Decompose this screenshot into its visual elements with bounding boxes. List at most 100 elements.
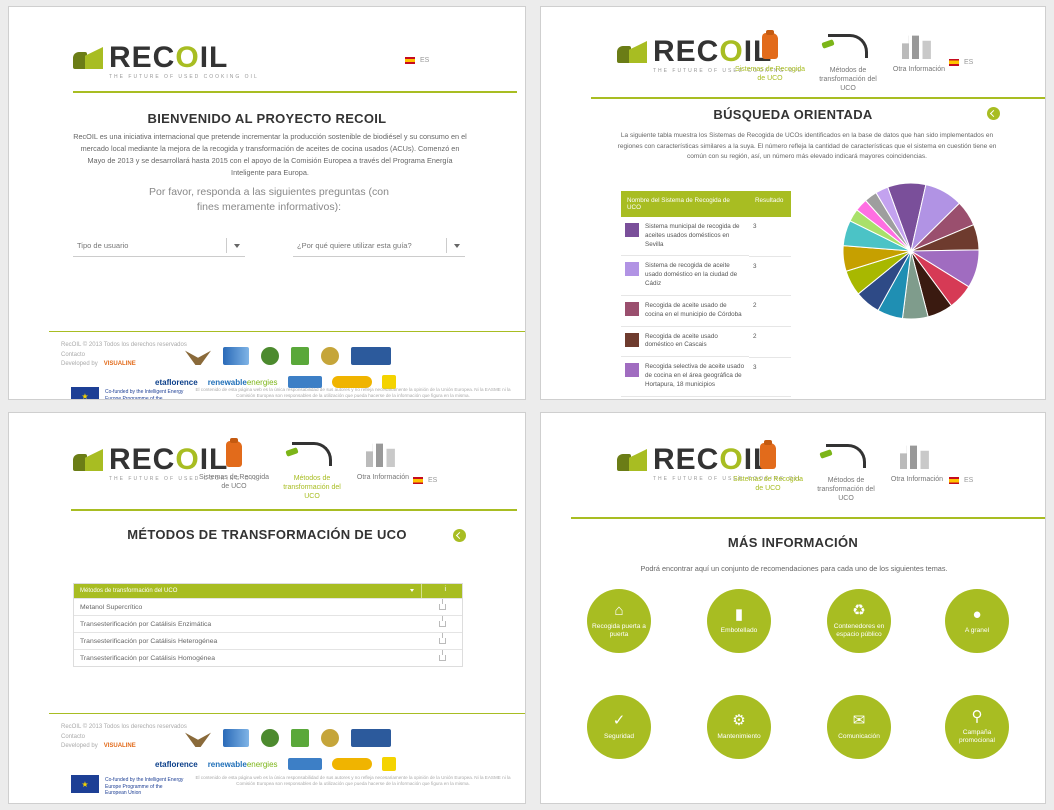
table-row[interactable]: Recogida de aceite usado de cocina en el… (621, 295, 791, 327)
result-score: 3 (749, 357, 791, 398)
column-header-result[interactable]: Resultado (749, 191, 791, 217)
diputacion-logo[interactable] (287, 758, 322, 770)
result-name[interactable]: Recogida de aceite usado de cocina en el… (645, 302, 745, 320)
city-icon (902, 35, 931, 59)
topic-button[interactable]: ⚲ Campaña promocional (945, 695, 1009, 759)
factor-social-logo[interactable] (331, 758, 372, 770)
purpose-select[interactable]: ¿Por qué quiere utilizar esta guía? (293, 235, 465, 257)
language-selector[interactable]: ES (949, 59, 973, 66)
method-label[interactable]: Transesterificación por Catálisis Homogé… (80, 655, 215, 662)
partner-square-logo[interactable] (291, 347, 309, 365)
renewable-energies-logo[interactable]: renewableenergies (208, 760, 278, 769)
partner-crest-logo[interactable] (321, 729, 339, 747)
result-name-cell: Recogida de aceite usado de cocina en el… (621, 296, 749, 327)
color-swatch (625, 332, 639, 347)
topic-button[interactable]: ▮ Embotellado (707, 589, 771, 653)
partner-logos (185, 347, 391, 365)
table-row[interactable]: Sistema municipal de recogida de aceites… (621, 217, 791, 257)
renewable-energies-logo[interactable]: renewableenergies (208, 378, 278, 387)
nav-item-metodos[interactable]: Métodos de transformación del UCO (275, 439, 349, 501)
fuel-pump-icon (292, 442, 332, 466)
partner-ministry-logo[interactable] (351, 347, 391, 365)
method-row[interactable]: Transesterificación por Catálisis Enzimá… (74, 615, 462, 632)
topic-icon: ✉ (852, 712, 866, 730)
partner-crest-logo[interactable] (321, 347, 339, 365)
topic-button[interactable]: ⚙ Mantenimiento (707, 695, 771, 759)
result-name[interactable]: Recogida selectiva de aceite usado de co… (645, 363, 745, 389)
contact-link[interactable]: Contacto (61, 351, 187, 361)
eta-florence-logo[interactable]: etaflorence (155, 378, 198, 387)
download-icon[interactable] (439, 599, 446, 610)
result-name[interactable]: Sistema de recogida de aceite usado domé… (645, 262, 745, 288)
developer-logo[interactable]: VISUALINE (104, 361, 136, 367)
nav-item-otra[interactable]: Otra Información (887, 441, 947, 503)
language-selector[interactable]: ES (413, 477, 437, 484)
partner-green-logo[interactable] (261, 729, 279, 747)
language-selector[interactable]: ES (405, 57, 429, 64)
result-name-cell: Recogida selectiva de aceite usado de co… (621, 357, 749, 397)
partner-eagle-logo[interactable] (185, 350, 211, 365)
table-row[interactable]: Sistema de recogida municipal de aceites… (621, 396, 791, 399)
partner-green-logo[interactable] (261, 347, 279, 365)
method-label[interactable]: Metanol Supercrítico (80, 604, 142, 611)
language-selector[interactable]: ES (949, 477, 973, 484)
nav-item-recogida[interactable]: Sistemas de Recogida de UCO (197, 438, 271, 501)
table-row[interactable]: Recogida de aceite usado doméstico en Ca… (621, 326, 791, 358)
contact-link[interactable]: Contacto (61, 733, 187, 743)
method-label[interactable]: Transesterificación por Catálisis Hetero… (80, 638, 217, 645)
result-name[interactable]: Recogida de aceite usado doméstico en Ca… (645, 333, 745, 351)
partner-square-logo[interactable] (291, 729, 309, 747)
partner-text-logos: etaflorence renewableenergies (155, 757, 396, 771)
color-swatch (625, 223, 639, 237)
nav-item-otra[interactable]: Otra Información (353, 439, 413, 501)
method-row[interactable]: Transesterificación por Catálisis Hetero… (74, 632, 462, 649)
method-row[interactable]: Metanol Supercrítico (74, 598, 462, 615)
partner-small-logo[interactable] (381, 757, 396, 771)
topic-button[interactable]: ⌂ Recogida puerta a puerta (587, 589, 651, 653)
topic-button[interactable]: ● A granel (945, 589, 1009, 653)
topic-button[interactable]: ✉ Comunicación (827, 695, 891, 759)
column-header-name[interactable]: Nombre del Sistema de Recogida de UCO (621, 191, 749, 217)
topic-label: A granel (964, 627, 990, 635)
partner-ministry-logo[interactable] (351, 729, 391, 747)
eta-florence-logo[interactable]: etaflorence (155, 760, 198, 769)
methods-table-header[interactable]: Métodos de transformación del UCO i (74, 584, 462, 598)
spain-flag-icon (949, 477, 959, 484)
chevron-down-icon (234, 244, 240, 248)
spain-flag-icon (405, 57, 415, 64)
user-type-select[interactable]: Tipo de usuario (73, 235, 245, 257)
back-button[interactable] (987, 107, 1000, 120)
page-title: BÚSQUEDA ORIENTADA (713, 107, 873, 122)
download-icon[interactable] (439, 616, 446, 627)
nav-item-otra[interactable]: Otra Información (889, 31, 949, 93)
topic-icon: ⚙ (732, 712, 746, 730)
nav-item-metodos[interactable]: Métodos de transformación del UCO (809, 441, 883, 503)
topic-button[interactable]: ✓ Seguridad (587, 695, 651, 759)
table-row[interactable]: Recogida selectiva de aceite usado de co… (621, 357, 791, 398)
download-icon[interactable] (439, 650, 446, 661)
partner-ena-logo[interactable] (223, 347, 249, 365)
result-score: 3 (749, 256, 791, 297)
partner-ena-logo[interactable] (223, 729, 249, 747)
nav-item-metodos[interactable]: Métodos de transformación del UCO (811, 31, 885, 93)
nav-item-recogida[interactable]: Sistemas de Recogida de UCO (733, 30, 807, 93)
recoil-logo-icon (73, 449, 103, 471)
table-row[interactable]: Sistema de recogida de aceite usado domé… (621, 256, 791, 297)
more-info-panel: RECOIL THE FUTURE OF USED COOKING OIL Si… (540, 412, 1046, 804)
partner-eagle-logo[interactable] (185, 732, 211, 747)
recoil-logo[interactable]: RECOIL THE FUTURE OF USED COOKING OIL (73, 43, 257, 80)
result-name-cell: Sistema municipal de recogida de aceites… (621, 217, 749, 257)
nav-item-recogida[interactable]: Sistemas de Recogida de UCO (731, 440, 805, 503)
topic-button[interactable]: ♻ Contenedores en espacio público (827, 589, 891, 653)
search-results-panel: RECOIL THE FUTURE OF USED COOKING OIL Si… (540, 6, 1046, 400)
method-label[interactable]: Transesterificación por Catálisis Enzimá… (80, 621, 211, 628)
topic-label: Campaña promocional (959, 729, 995, 744)
developer-logo[interactable]: VISUALINE (104, 743, 136, 749)
method-row[interactable]: Transesterificación por Catálisis Homogé… (74, 649, 462, 666)
back-button[interactable] (453, 529, 466, 542)
partner-logos (185, 729, 391, 747)
result-name[interactable]: Sistema municipal de recogida de aceites… (645, 223, 745, 249)
topic-icon: ✓ (612, 712, 626, 730)
download-icon[interactable] (439, 633, 446, 644)
topic-label: Embotellado (720, 627, 758, 635)
